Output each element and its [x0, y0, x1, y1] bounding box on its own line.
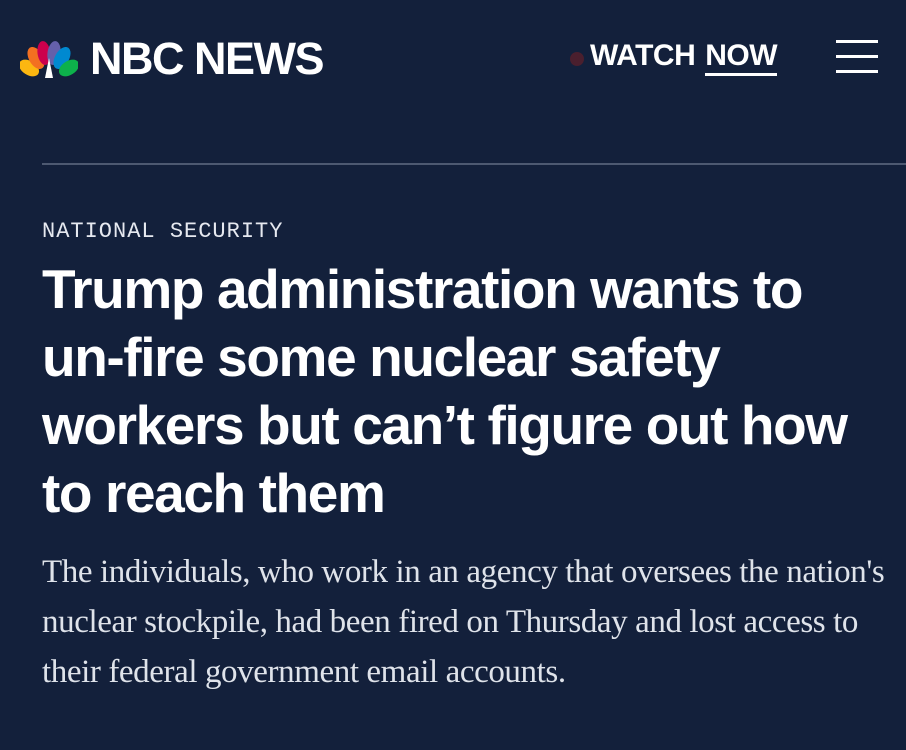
- section-label[interactable]: NATIONAL SECURITY: [42, 219, 283, 244]
- menu-bar-bottom: [836, 70, 878, 73]
- brand-name: NBC NEWS: [90, 33, 325, 84]
- watch-now-link[interactable]: WATCH NOW: [570, 39, 778, 76]
- hamburger-menu-icon[interactable]: [836, 40, 878, 76]
- live-dot-icon: [570, 51, 584, 66]
- site-header: NBC NEWS WATCH NOW: [0, 0, 906, 118]
- watch-label: WATCH: [590, 39, 696, 72]
- menu-bar-top: [836, 40, 878, 43]
- header-divider: [42, 163, 906, 165]
- article-dek: The individuals, who work in an agency t…: [42, 554, 885, 690]
- now-label: NOW: [705, 41, 778, 76]
- article-headline: Trump administration wants to un-fire so…: [42, 258, 848, 524]
- nbc-peacock-icon: [20, 40, 78, 78]
- menu-bar-middle: [836, 55, 878, 58]
- nbc-news-logo[interactable]: NBC NEWS: [20, 33, 325, 84]
